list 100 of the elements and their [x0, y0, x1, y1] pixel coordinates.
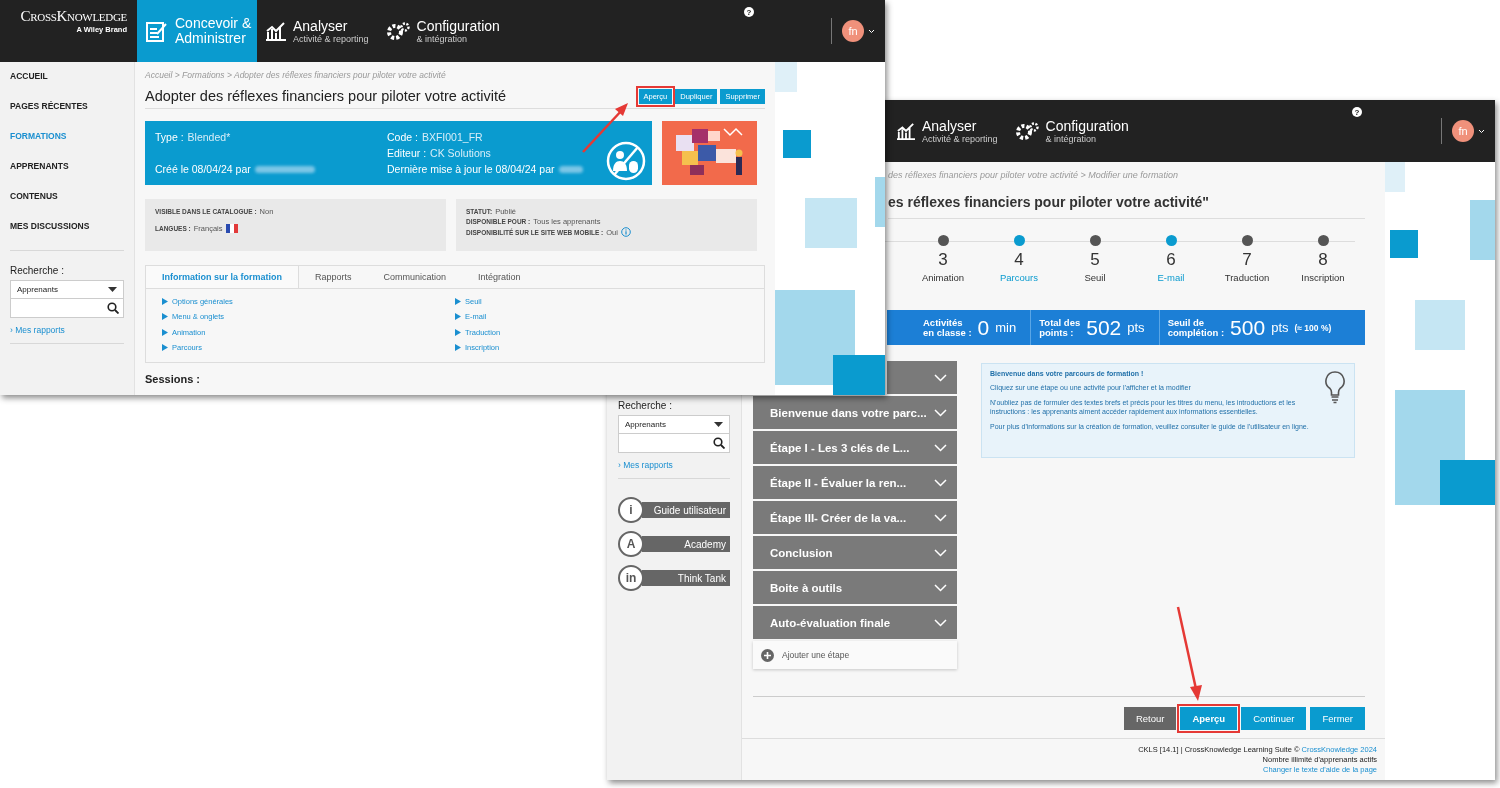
- decor-square: [805, 198, 857, 248]
- logo-text: CrossKnowledge: [20, 8, 127, 25]
- decor-square: [1390, 230, 1418, 258]
- step-number: 6: [1166, 250, 1176, 270]
- step-number: 8: [1318, 250, 1328, 270]
- chevron-down-icon[interactable]: [934, 548, 947, 557]
- resource-link[interactable]: A Academy: [618, 531, 730, 557]
- nav-tab[interactable]: Configuration & intégration: [1005, 100, 1137, 162]
- callout-arrow: [582, 103, 628, 153]
- step-dot[interactable]: [1165, 235, 1177, 246]
- decor-square: [1385, 162, 1405, 192]
- edit-document-icon: [145, 19, 169, 43]
- chevron-down-icon[interactable]: [934, 408, 947, 417]
- chevron-down-icon[interactable]: [934, 513, 947, 522]
- page-title: Adopter des réflexes financiers pour piloter votre activité: [145, 88, 507, 104]
- gear-icon: [1013, 121, 1040, 141]
- field-label: Editeur :: [387, 147, 427, 159]
- stat-note: (≈ 100 %): [1294, 322, 1332, 333]
- nav-tab[interactable]: Concevoir & Administrer: [137, 0, 257, 62]
- step-dot[interactable]: [1089, 235, 1101, 246]
- blurred-name: [254, 165, 315, 173]
- info-icon[interactable]: [620, 227, 631, 237]
- search-field[interactable]: [618, 434, 730, 453]
- created-text: Créé le 08/04/24 par: [155, 163, 251, 175]
- breadcrumb: Accueil > Formations > Adopter des réflexes financiers pour piloter votre activité: [145, 70, 447, 82]
- sidebar-item[interactable]: FORMATIONS: [10, 130, 124, 160]
- help-icon[interactable]: ?: [1351, 107, 1362, 117]
- chart-icon: [896, 122, 916, 140]
- decor-square: [783, 130, 811, 158]
- stage-item[interactable]: Bienvenue dans votre parc...: [753, 396, 957, 429]
- sidebar-item[interactable]: MES DISCUSSIONS: [10, 220, 124, 250]
- stat-value: 0: [977, 315, 990, 340]
- action-button[interactable]: Retour: [1123, 707, 1177, 730]
- stage-item[interactable]: Conclusion: [753, 536, 957, 569]
- bullet-icon: [162, 328, 168, 336]
- search-icon[interactable]: [713, 437, 725, 449]
- step-dot[interactable]: [937, 235, 949, 246]
- person-mouse-icon: [606, 141, 646, 181]
- step-label[interactable]: Traduction: [1224, 272, 1270, 283]
- search-select[interactable]: Apprenants: [618, 415, 730, 434]
- search-label: Recherche :: [618, 400, 673, 411]
- help-icon[interactable]: ?: [743, 7, 754, 17]
- step-label[interactable]: Seuil: [1084, 272, 1106, 283]
- sidebar-item[interactable]: APPRENANTS: [10, 160, 124, 190]
- field-label: Code :: [387, 131, 418, 143]
- search-field[interactable]: [10, 299, 124, 318]
- step-label[interactable]: Parcours: [1000, 272, 1038, 283]
- search-label: Recherche :: [10, 265, 65, 276]
- action-button[interactable]: Continuer: [1241, 707, 1307, 730]
- reports-link[interactable]: › Mes rapports: [618, 460, 730, 470]
- reports-link[interactable]: › Mes rapports: [10, 325, 124, 335]
- decor-square: [1415, 300, 1465, 350]
- tab[interactable]: Communication: [367, 266, 463, 288]
- sidebar-item[interactable]: ACCUEIL: [10, 70, 124, 100]
- chevron-down-icon[interactable]: [934, 583, 947, 592]
- stage-item[interactable]: Étape II - Évaluer la ren...: [753, 466, 957, 499]
- sidebar-item[interactable]: PAGES RÉCENTES: [10, 100, 124, 130]
- stage-item[interactable]: Auto-évaluation finale: [753, 606, 957, 639]
- field-value: BXFI001_FR: [421, 131, 483, 143]
- chevron-down-icon[interactable]: [934, 478, 947, 487]
- bullet-icon: [162, 344, 168, 352]
- action-button[interactable]: Aperçu: [1180, 707, 1238, 730]
- search-select[interactable]: Apprenants: [10, 280, 124, 299]
- stage-item[interactable]: Étape III- Créer de la va...: [753, 501, 957, 534]
- step-label[interactable]: Animation: [921, 272, 965, 283]
- nav-tab[interactable]: Analyser Activité & reporting: [257, 0, 377, 62]
- step-dot[interactable]: [1241, 235, 1253, 246]
- step-label[interactable]: E-mail: [1157, 272, 1185, 283]
- resource-link[interactable]: i Guide utilisateur: [618, 497, 730, 523]
- stat-label: Seuil de complétion :: [1167, 317, 1225, 338]
- avatar[interactable]: fn: [842, 20, 864, 42]
- field-label: Type :: [155, 131, 184, 143]
- chevron-down-icon[interactable]: [934, 373, 947, 382]
- resource-link[interactable]: in Think Tank: [618, 565, 730, 591]
- step-label[interactable]: Inscription: [1301, 272, 1345, 283]
- nav-tab[interactable]: Configuration & intégration: [376, 0, 508, 62]
- chevron-down-icon[interactable]: [934, 443, 947, 452]
- nav-tab[interactable]: Analyser Activité & reporting: [888, 100, 1006, 162]
- tab[interactable]: Rapports: [299, 266, 368, 288]
- stage-item[interactable]: Étape I - Les 3 clés de L...: [753, 431, 957, 464]
- search-icon[interactable]: [107, 302, 119, 314]
- bullet-icon: [455, 328, 461, 336]
- caret-icon[interactable]: [1478, 128, 1485, 134]
- step-dot[interactable]: [1013, 235, 1025, 246]
- avatar[interactable]: fn: [1452, 120, 1474, 142]
- gear-icon: [384, 21, 411, 41]
- bullet-icon: [455, 313, 461, 321]
- chart-icon: [265, 20, 287, 42]
- stage-item[interactable]: Boite à outils: [753, 571, 957, 604]
- stat-unit: pts: [1127, 320, 1145, 335]
- chevron-down-icon[interactable]: [934, 618, 947, 627]
- stat-value: 500: [1230, 315, 1266, 340]
- tab[interactable]: Intégration: [462, 266, 537, 288]
- action-button[interactable]: Fermer: [1310, 707, 1365, 730]
- add-stage-button[interactable]: Ajouter une étape: [753, 641, 957, 669]
- step-dot[interactable]: [1317, 235, 1329, 246]
- caret-icon[interactable]: [868, 28, 875, 34]
- sidebar-item[interactable]: CONTENUS: [10, 190, 124, 220]
- page-title: es réflexes financiers pour piloter votre activité": [888, 194, 1365, 219]
- bullet-icon: [162, 313, 168, 321]
